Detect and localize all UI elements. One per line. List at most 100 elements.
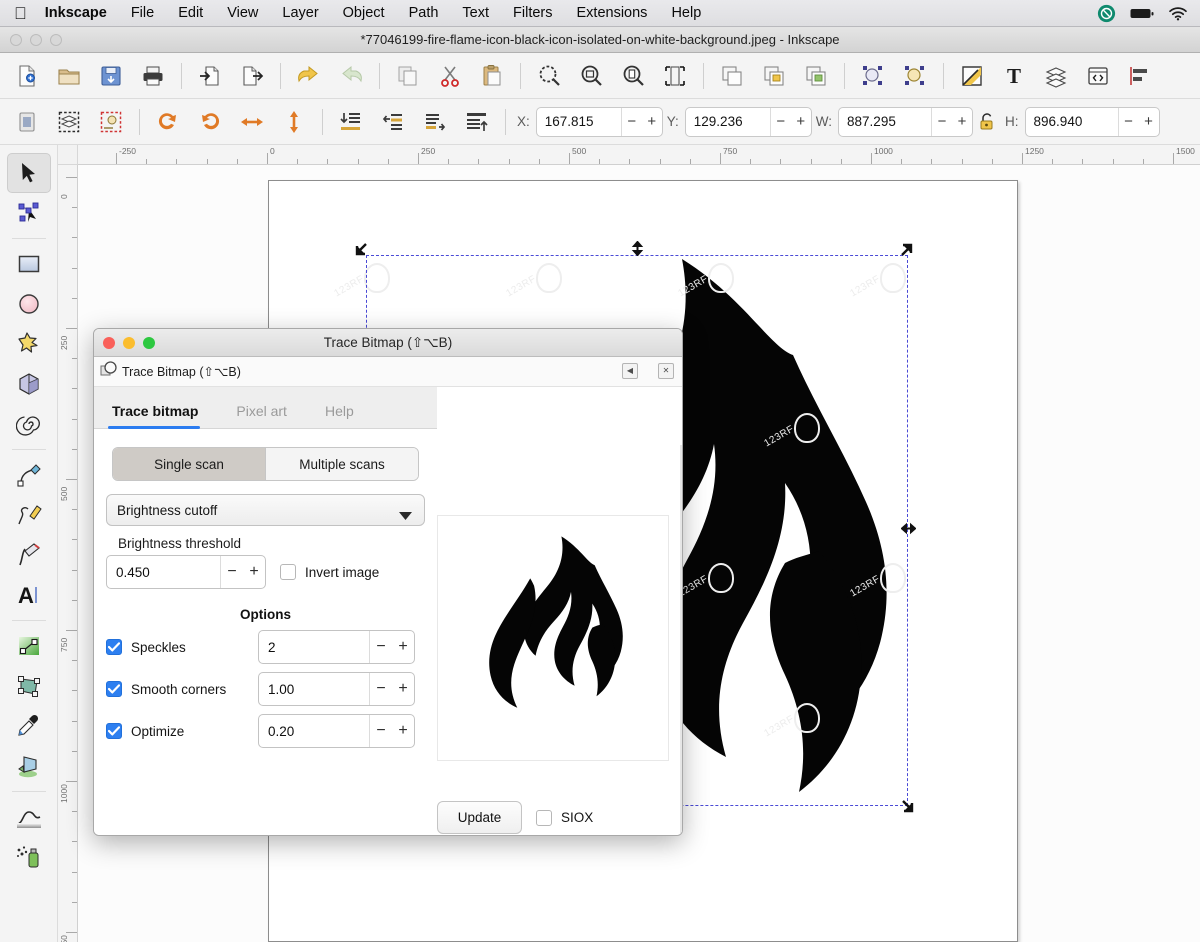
deselect-icon[interactable] bbox=[90, 104, 132, 140]
ungroup-icon[interactable] bbox=[795, 58, 837, 94]
star-tool[interactable] bbox=[7, 324, 51, 364]
ruler-corner[interactable] bbox=[58, 145, 78, 165]
invert-image-checkbox-box[interactable] bbox=[280, 564, 296, 580]
lower-icon[interactable] bbox=[372, 104, 414, 140]
invert-image-checkbox[interactable]: Invert image bbox=[280, 564, 379, 580]
speckles-value[interactable]: 2 bbox=[259, 631, 369, 663]
layers-icon[interactable] bbox=[1035, 58, 1077, 94]
smooth-corners-decrement[interactable]: − bbox=[370, 680, 392, 698]
rotate-ccw-icon[interactable] bbox=[147, 104, 189, 140]
dialog-title-bar[interactable]: Trace Bitmap (⇧⌥B) bbox=[94, 329, 682, 357]
redo-icon[interactable] bbox=[330, 58, 372, 94]
xml-editor-icon[interactable] bbox=[1077, 58, 1119, 94]
update-button[interactable]: Update bbox=[437, 801, 522, 834]
trace-preview[interactable] bbox=[437, 515, 669, 761]
brightness-threshold-stepper[interactable]: − + bbox=[220, 556, 265, 588]
window-close-button[interactable] bbox=[10, 34, 22, 46]
width-decrement-button[interactable]: − bbox=[932, 108, 952, 136]
bezier-tool[interactable] bbox=[7, 455, 51, 495]
x-coordinate[interactable]: 167.815 − + bbox=[535, 106, 663, 137]
select-all-layers-icon[interactable] bbox=[48, 104, 90, 140]
dialog-traffic-lights[interactable] bbox=[103, 337, 155, 349]
menu-item-layer[interactable]: Layer bbox=[270, 5, 330, 21]
select-all-icon[interactable] bbox=[6, 104, 48, 140]
smooth-corners-checkbox-box[interactable] bbox=[106, 681, 122, 697]
speckles-decrement[interactable]: − bbox=[370, 638, 392, 656]
mesh-tool[interactable] bbox=[7, 666, 51, 706]
lower-to-bottom-icon[interactable] bbox=[330, 104, 372, 140]
x-decrement-button[interactable]: − bbox=[622, 108, 642, 136]
group-icon[interactable] bbox=[753, 58, 795, 94]
tweak-tool[interactable] bbox=[7, 797, 51, 837]
dialog-close-button[interactable] bbox=[103, 337, 115, 349]
optimize-input[interactable]: 0.20 − + bbox=[258, 714, 415, 748]
menu-item-file[interactable]: File bbox=[119, 5, 166, 21]
ellipse-tool[interactable] bbox=[7, 284, 51, 324]
raise-to-top-icon[interactable] bbox=[456, 104, 498, 140]
tab-trace-bitmap[interactable]: Trace bitmap bbox=[108, 403, 214, 429]
brightness-threshold-increment[interactable]: + bbox=[243, 563, 265, 581]
paste-icon[interactable] bbox=[471, 58, 513, 94]
height-decrement-button[interactable]: − bbox=[1119, 108, 1139, 136]
menu-item-text[interactable]: Text bbox=[450, 5, 501, 21]
menu-item-object[interactable]: Object bbox=[331, 5, 397, 21]
smooth-corners-value[interactable]: 1.00 bbox=[259, 673, 369, 705]
selector-tool[interactable] bbox=[6, 153, 51, 193]
print-icon[interactable] bbox=[132, 58, 174, 94]
zoom-page-width-icon[interactable] bbox=[654, 58, 696, 94]
battery-icon[interactable] bbox=[1130, 7, 1154, 20]
selection-handle-top-right[interactable] bbox=[900, 242, 915, 257]
optimize-checkbox-box[interactable] bbox=[106, 723, 122, 739]
smooth-corners-checkbox[interactable]: Smooth corners bbox=[106, 681, 258, 697]
open-document-icon[interactable] bbox=[48, 58, 90, 94]
speckles-checkbox-box[interactable] bbox=[106, 639, 122, 655]
wifi-icon[interactable] bbox=[1168, 6, 1188, 21]
node-tool[interactable] bbox=[7, 193, 51, 233]
dialog-zoom-button[interactable] bbox=[143, 337, 155, 349]
spray-tool[interactable] bbox=[7, 837, 51, 877]
optimize-decrement[interactable]: − bbox=[370, 722, 392, 740]
rectangle-tool[interactable] bbox=[7, 244, 51, 284]
xml-fill-stroke-icon[interactable] bbox=[951, 58, 993, 94]
speckles-checkbox[interactable]: Speckles bbox=[106, 639, 258, 655]
single-scan-toggle[interactable]: Single scan bbox=[113, 448, 265, 480]
width-field[interactable]: 887.295 − + bbox=[838, 106, 974, 137]
smooth-corners-stepper[interactable]: − + bbox=[369, 673, 414, 705]
x-increment-button[interactable]: + bbox=[642, 108, 662, 136]
paintbucket-tool[interactable] bbox=[7, 746, 51, 786]
duplicate-icon[interactable] bbox=[711, 58, 753, 94]
object-to-path-icon[interactable] bbox=[852, 58, 894, 94]
zoom-page-icon[interactable] bbox=[612, 58, 654, 94]
trace-mode-select[interactable]: Brightness cutoff bbox=[106, 494, 425, 526]
export-icon[interactable] bbox=[231, 58, 273, 94]
height-increment-button[interactable]: + bbox=[1139, 108, 1159, 136]
rotate-cw-icon[interactable] bbox=[189, 104, 231, 140]
y-coordinate-value[interactable]: 129.236 bbox=[686, 108, 770, 136]
text-tool[interactable]: A bbox=[7, 575, 51, 615]
menu-item-path[interactable]: Path bbox=[397, 5, 451, 21]
dropper-tool[interactable] bbox=[7, 706, 51, 746]
speckles-input[interactable]: 2 − + bbox=[258, 630, 415, 664]
window-traffic-lights[interactable] bbox=[10, 34, 62, 46]
raise-icon[interactable] bbox=[414, 104, 456, 140]
selection-handle-top-center[interactable] bbox=[630, 240, 645, 257]
calligraphy-tool[interactable] bbox=[7, 535, 51, 575]
height-value[interactable]: 896.940 bbox=[1026, 108, 1118, 136]
selection-handle-bottom-right[interactable] bbox=[901, 799, 916, 814]
width-increment-button[interactable]: + bbox=[952, 108, 972, 136]
dialog-minimize-button[interactable] bbox=[123, 337, 135, 349]
undo-icon[interactable] bbox=[288, 58, 330, 94]
height-field[interactable]: 896.940 − + bbox=[1024, 106, 1160, 137]
menu-item-inkscape[interactable]: Inkscape bbox=[45, 5, 119, 21]
lock-ratio-icon[interactable] bbox=[973, 107, 1001, 137]
brightness-threshold-input[interactable]: 0.450 − + bbox=[106, 555, 266, 589]
y-coordinate[interactable]: 129.236 − + bbox=[684, 106, 812, 137]
flip-vertical-icon[interactable] bbox=[273, 104, 315, 140]
vertical-ruler[interactable]: 0 250 500 750 1000 1250 bbox=[58, 165, 78, 942]
align-distribute-icon[interactable] bbox=[1119, 58, 1161, 94]
new-document-icon[interactable] bbox=[6, 58, 48, 94]
siox-checkbox[interactable]: SIOX bbox=[536, 809, 593, 826]
height-stepper[interactable]: − + bbox=[1117, 107, 1159, 136]
speckles-stepper[interactable]: − + bbox=[369, 631, 414, 663]
import-icon[interactable] bbox=[189, 58, 231, 94]
